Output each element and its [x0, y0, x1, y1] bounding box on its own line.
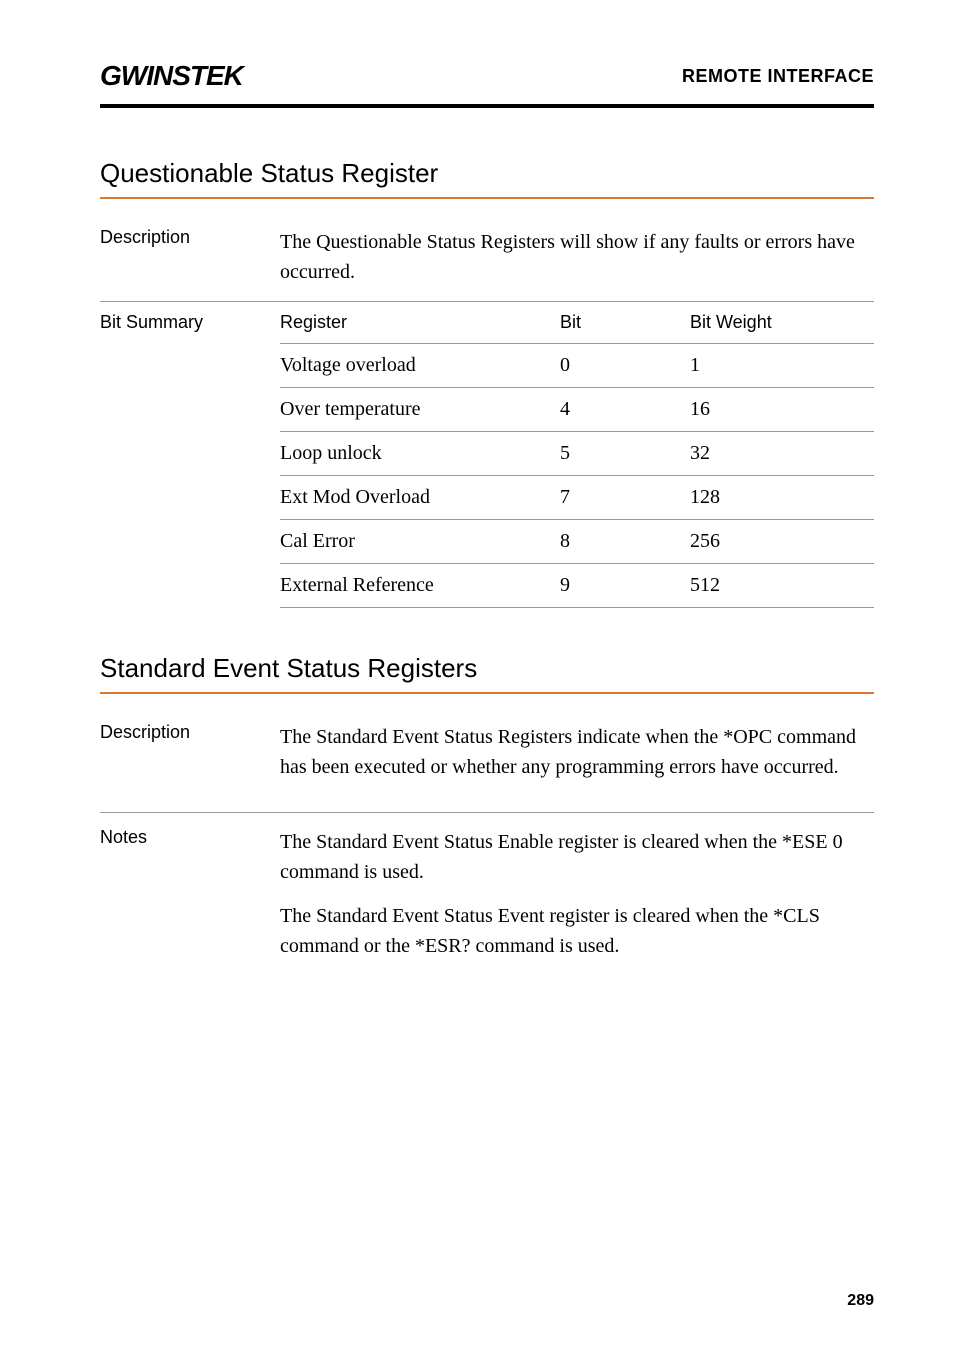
- notes-label: Notes: [100, 827, 280, 848]
- header-weight: Bit Weight: [690, 312, 874, 333]
- header-bit: Bit: [560, 312, 690, 333]
- table-row: Over temperature 4 16: [280, 388, 874, 432]
- cell-register: Loop unlock: [280, 442, 560, 465]
- table-row: Cal Error 8 256: [280, 520, 874, 564]
- section-questionable-status: Questionable Status Register Description…: [100, 158, 874, 608]
- cell-weight: 32: [690, 442, 874, 465]
- notes-row: Notes The Standard Event Status Enable r…: [100, 813, 874, 971]
- bit-summary-table: Bit Summary Register Bit Bit Weight Volt…: [100, 302, 874, 608]
- cell-register: Over temperature: [280, 398, 560, 421]
- description-label: Description: [100, 722, 280, 743]
- notes-paragraph: The Standard Event Status Enable registe…: [280, 827, 874, 887]
- cell-bit: 8: [560, 530, 690, 553]
- notes-paragraph: The Standard Event Status Event register…: [280, 901, 874, 961]
- page-header: GWINSTEK REMOTE INTERFACE: [100, 60, 874, 108]
- cell-register: Ext Mod Overload: [280, 486, 560, 509]
- cell-bit: 0: [560, 354, 690, 377]
- brand-logo: GWINSTEK: [100, 60, 243, 92]
- section-standard-event-status: Standard Event Status Registers Descript…: [100, 653, 874, 971]
- description-text: The Questionable Status Registers will s…: [280, 227, 874, 287]
- description-row: Description The Standard Event Status Re…: [100, 712, 874, 812]
- table-row: External Reference 9 512: [280, 564, 874, 608]
- cell-register: Voltage overload: [280, 354, 560, 377]
- cell-weight: 256: [690, 530, 874, 553]
- cell-weight: 128: [690, 486, 874, 509]
- cell-register: External Reference: [280, 574, 560, 597]
- header-register: Register: [280, 312, 560, 333]
- table-header-row: Register Bit Bit Weight: [280, 302, 874, 344]
- header-section-label: REMOTE INTERFACE: [682, 66, 874, 87]
- table-row: Voltage overload 0 1: [280, 344, 874, 388]
- bit-summary-label: Bit Summary: [100, 302, 280, 608]
- cell-weight: 512: [690, 574, 874, 597]
- cell-weight: 16: [690, 398, 874, 421]
- page-number: 289: [847, 1292, 874, 1310]
- cell-bit: 9: [560, 574, 690, 597]
- table-row: Ext Mod Overload 7 128: [280, 476, 874, 520]
- cell-bit: 5: [560, 442, 690, 465]
- cell-register: Cal Error: [280, 530, 560, 553]
- description-label: Description: [100, 227, 280, 248]
- description-text: The Standard Event Status Registers indi…: [280, 722, 874, 782]
- cell-bit: 7: [560, 486, 690, 509]
- cell-bit: 4: [560, 398, 690, 421]
- section-title: Questionable Status Register: [100, 158, 874, 189]
- section-divider: [100, 197, 874, 199]
- section-divider: [100, 692, 874, 694]
- cell-weight: 1: [690, 354, 874, 377]
- section-title: Standard Event Status Registers: [100, 653, 874, 684]
- description-row: Description The Questionable Status Regi…: [100, 217, 874, 302]
- table-row: Loop unlock 5 32: [280, 432, 874, 476]
- notes-content: The Standard Event Status Enable registe…: [280, 827, 874, 961]
